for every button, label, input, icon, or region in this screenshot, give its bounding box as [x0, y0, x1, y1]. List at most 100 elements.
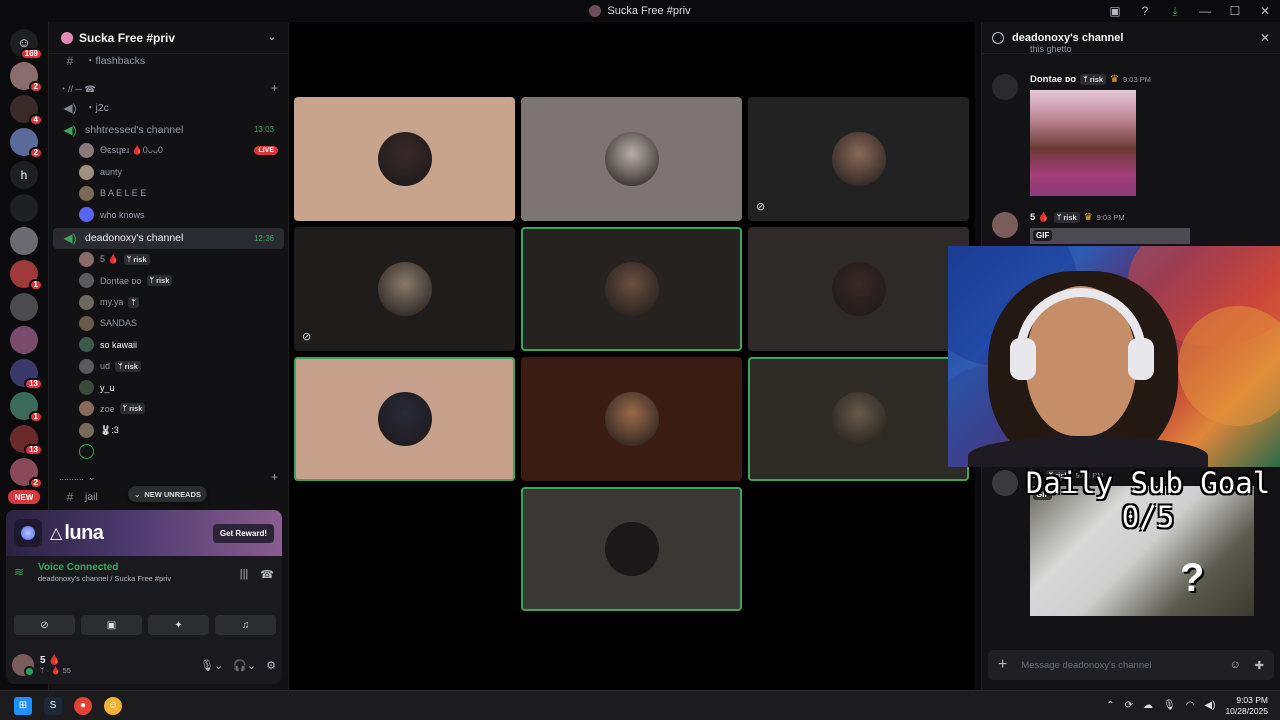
video-tile[interactable]: [294, 97, 515, 221]
noise-suppression-icon[interactable]: |||: [240, 568, 249, 581]
disconnect-icon[interactable]: ☎: [260, 568, 274, 581]
new-pill[interactable]: NEW: [8, 490, 40, 504]
chrome-icon[interactable]: ●: [74, 696, 92, 715]
message-gif[interactable]: GIF: [1030, 228, 1190, 244]
video-tile[interactable]: [521, 227, 742, 351]
server-icon[interactable]: 4: [10, 94, 43, 126]
server-icon[interactable]: 13: [10, 358, 43, 390]
voice-user[interactable]: y_u: [49, 377, 288, 398]
voice-channel-deadonoxy[interactable]: ◀) deadonoxy's channel 12:36: [53, 227, 284, 249]
wifi-icon[interactable]: ◠: [1186, 700, 1195, 711]
plus-icon[interactable]: +: [998, 656, 1007, 674]
sync-icon[interactable]: ⟳: [1125, 700, 1133, 711]
volume-icon[interactable]: ◀): [1204, 700, 1215, 711]
video-tile[interactable]: ⊘: [748, 97, 969, 221]
activities-button[interactable]: ✦: [148, 615, 209, 635]
server-icon[interactable]: 2: [10, 457, 43, 489]
speaker-icon: ◀): [63, 231, 77, 246]
sub-goal-overlay: Daily Sub Goal 0/5: [1016, 466, 1280, 534]
voice-user[interactable]: Ɵєѕɥɐɹ 🩸0ᴗᴗ0 LIVE: [49, 140, 288, 161]
screen-share-button[interactable]: ▣: [81, 615, 142, 635]
avatar[interactable]: [12, 654, 35, 677]
voice-user[interactable]: aunty: [49, 161, 288, 182]
mention-badge: 2: [28, 80, 43, 93]
windows-start-icon[interactable]: ⊞: [14, 696, 32, 715]
message-input[interactable]: Message deadonoxy's channel: [1021, 660, 1151, 671]
video-tile[interactable]: [748, 357, 969, 481]
video-tile[interactable]: [294, 357, 515, 481]
video-tile[interactable]: [748, 227, 969, 351]
avatar[interactable]: [992, 74, 1018, 100]
emoji-icon[interactable]: ☺: [1230, 659, 1241, 672]
download-icon[interactable]: ⤓: [1160, 0, 1190, 22]
server-icon[interactable]: 1: [10, 391, 43, 423]
avatar[interactable]: [992, 470, 1018, 496]
cloud-icon[interactable]: ☁: [1143, 700, 1153, 711]
video-tile[interactable]: [521, 357, 742, 481]
headphones-icon[interactable]: 🎧⌄: [233, 659, 256, 672]
category-header[interactable]: ・// ─ ☎ +: [49, 79, 288, 97]
server-icon[interactable]: h: [10, 160, 38, 189]
server-icon[interactable]: [10, 193, 38, 222]
channel-flashbacks[interactable]: # ・flashbacks: [53, 50, 284, 71]
get-reward-button[interactable]: Get Reward!: [212, 523, 274, 543]
minimize-button[interactable]: —: [1190, 0, 1220, 22]
message-author[interactable]: Dontae ᴅᴏ: [1030, 74, 1076, 85]
steam-icon[interactable]: S: [44, 696, 62, 715]
signal-icon: ≋: [14, 564, 25, 579]
voice-user[interactable]: Dontae ᴅᴏ ᛘ risk: [49, 270, 288, 291]
voice-user[interactable]: so kawaii: [49, 334, 288, 355]
close-button[interactable]: ✕: [1250, 0, 1280, 22]
avatar[interactable]: [992, 212, 1018, 238]
system-clock[interactable]: 9:03 PM 10/28/2025: [1225, 695, 1268, 717]
video-tile[interactable]: ⊘: [294, 227, 515, 351]
message-image[interactable]: [1030, 90, 1136, 196]
avatar: [79, 358, 94, 374]
crown-icon: ♛: [1110, 74, 1120, 85]
inbox-icon[interactable]: ▣: [1100, 0, 1130, 22]
voice-user[interactable]: my.ya ᛘ: [49, 291, 288, 312]
server-icon[interactable]: 1: [10, 259, 43, 291]
screen-share-icon: ▣: [106, 619, 117, 631]
chevron-up-icon[interactable]: ⌃: [1106, 700, 1114, 711]
discord-taskbar-icon[interactable]: ☺: [104, 696, 122, 715]
voice-location[interactable]: deadonoxy's channel / Sucka Free #priv: [38, 574, 171, 583]
voice-user[interactable]: B A E L E E: [49, 183, 288, 204]
voice-user-name: zoe: [100, 403, 115, 414]
message-composer[interactable]: + Message deadonoxy's channel ☺ ✚: [988, 650, 1274, 680]
channel-j2c[interactable]: ◀) ・j2c: [53, 97, 284, 118]
help-icon[interactable]: ?: [1130, 0, 1160, 22]
server-icon[interactable]: [10, 292, 38, 321]
maximize-button[interactable]: ☐: [1220, 0, 1250, 22]
microphone-icon[interactable]: 🎙⌄: [200, 659, 223, 672]
microphone-tray-icon[interactable]: 🎙: [1163, 700, 1176, 711]
add-channel-icon[interactable]: +: [271, 81, 278, 95]
category-header[interactable]: .......... ⌄ +: [49, 468, 288, 486]
apps-icon[interactable]: ✚: [1255, 659, 1264, 672]
gear-icon[interactable]: ⚙: [266, 659, 276, 672]
voice-user[interactable]: ud ᛘ risk: [49, 356, 288, 377]
soundboard-button[interactable]: ♫: [215, 615, 276, 635]
voice-user[interactable]: zoe ᛘ risk: [49, 398, 288, 419]
server-icon[interactable]: [10, 226, 38, 255]
chat-title: deadonoxy's channel: [1012, 31, 1124, 44]
voice-channel-shhtressed[interactable]: ◀) shhtressed's channel 13:03: [53, 119, 284, 140]
close-icon[interactable]: ✕: [1260, 31, 1270, 45]
video-tile[interactable]: [521, 97, 742, 221]
new-unreads-button[interactable]: ⌄ NEW UNREADS: [128, 486, 207, 502]
video-tile[interactable]: [521, 487, 742, 611]
server-icon[interactable]: 2: [10, 61, 43, 93]
server-icon[interactable]: [10, 325, 38, 354]
add-channel-icon[interactable]: +: [271, 470, 278, 484]
voice-status[interactable]: ≋ Voice Connected deadonoxy's channel / …: [14, 562, 171, 583]
voice-user[interactable]: [49, 441, 288, 462]
voice-user[interactable]: 5 🩸 ᛘ risk: [49, 249, 288, 270]
home-button[interactable]: ☺ 169: [10, 28, 43, 60]
server-icon[interactable]: 13: [10, 424, 43, 456]
camera-off-button[interactable]: ⊘: [14, 615, 75, 635]
voice-user[interactable]: SANDAS: [49, 313, 288, 334]
voice-user[interactable]: who knows: [49, 204, 288, 225]
voice-user[interactable]: 🐰:3: [49, 420, 288, 441]
server-icon[interactable]: 2: [10, 127, 43, 159]
message-author[interactable]: 5 🩸: [1030, 212, 1050, 223]
